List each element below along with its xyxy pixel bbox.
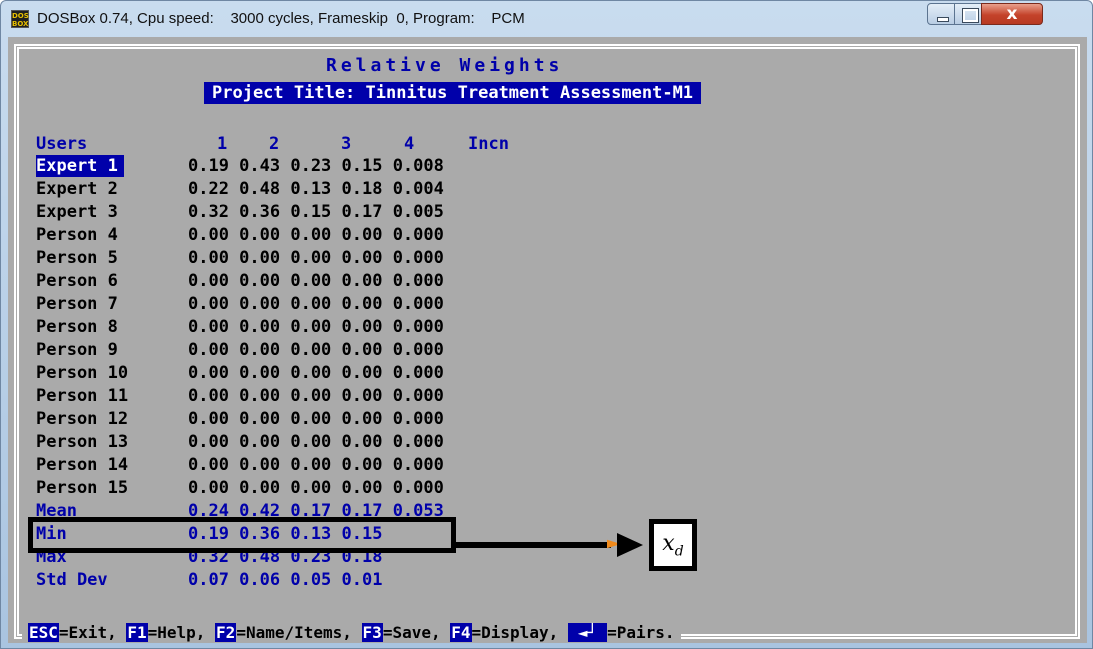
user-row-name[interactable]: Expert 2 [36,178,118,200]
user-row-values: 0.00 0.00 0.00 0.00 0.000 [188,317,444,337]
annotation-arrow-head [617,533,643,557]
user-row-values: 0.00 0.00 0.00 0.00 0.000 [188,386,444,406]
user-row-values: 0.00 0.00 0.00 0.00 0.000 [188,432,444,452]
dosbox-app-icon[interactable]: DOS BOX [11,10,29,28]
user-row-values: 0.00 0.00 0.00 0.00 0.000 [188,294,444,314]
user-row-values: 0.00 0.00 0.00 0.00 0.000 [188,409,444,429]
mean-highlight-box [28,517,456,553]
user-row-values: 0.00 0.00 0.00 0.00 0.000 [188,478,444,498]
annotation-arrow-line [456,542,611,548]
xd-label-subscript: d [674,543,684,560]
f4-key-label: =Display, [471,623,568,642]
user-row-name[interactable]: Person 7 [36,293,118,315]
f1-key[interactable]: F1 [126,623,148,642]
user-row-name[interactable]: Person 6 [36,270,118,292]
f3-key-label: =Save, [382,623,451,642]
close-icon: x [1006,4,1018,24]
header-col-incn: Incn [468,134,509,154]
user-row-values: 0.00 0.00 0.00 0.00 0.000 [188,248,444,268]
enter-key-icon[interactable]: ◄┘ [567,623,608,642]
user-row-name[interactable]: Person 9 [36,339,118,361]
user-row-name[interactable]: Person 14 [36,454,128,476]
user-row-name-selected[interactable]: Expert 1 [36,155,124,177]
f3-key[interactable]: F3 [361,623,383,642]
user-row-values: 0.00 0.00 0.00 0.00 0.000 [188,455,444,475]
stat-row-name-stddev: Std Dev [36,570,108,590]
esc-key-label: =Exit, [58,623,127,642]
header-col-4: 4 [404,134,415,154]
user-row-values: 0.00 0.00 0.00 0.00 0.000 [188,225,444,245]
user-row-name[interactable]: Person 15 [36,477,128,499]
dosbox-window: DOS BOX DOSBox 0.74, Cpu speed: 3000 cyc… [0,0,1093,649]
f2-key-label: =Name/Items, [236,623,362,642]
f1-key-label: =Help, [147,623,216,642]
project-title: Project Title: Tinnitus Treatment Assess… [204,82,702,104]
user-row-values: 0.22 0.48 0.13 0.18 0.004 [188,179,444,199]
user-row-values: 0.32 0.36 0.15 0.17 0.005 [188,202,444,222]
header-users: Users [36,134,88,154]
function-key-bar: ESC=Exit, F1=Help, F2=Name/Items, F3=Sav… [22,623,681,643]
user-row-name[interactable]: Person 5 [36,247,118,269]
user-row-name[interactable]: Person 8 [36,316,118,338]
xd-label-box: xd [649,519,697,571]
stat-row-values-stddev: 0.07 0.06 0.05 0.01 [188,570,383,590]
esc-key[interactable]: ESC [28,623,59,642]
maximize-button[interactable] [954,3,982,25]
user-row-name[interactable]: Expert 3 [36,201,118,223]
f2-key[interactable]: F2 [215,623,237,642]
user-row-name[interactable]: Person 12 [36,408,128,430]
user-row-name[interactable]: Person 10 [36,362,128,384]
user-row-values: 0.00 0.00 0.00 0.00 0.000 [188,340,444,360]
minimize-button[interactable] [927,3,955,25]
close-button[interactable]: x [981,3,1043,25]
header-col-3: 3 [341,134,352,154]
f4-key[interactable]: F4 [450,623,472,642]
user-row-values: 0.19 0.43 0.23 0.15 0.008 [188,156,444,176]
user-row-values: 0.00 0.00 0.00 0.00 0.000 [188,271,444,291]
frame-title: Relative Weights [322,56,568,76]
header-col-1: 1 [217,134,228,154]
user-row-name[interactable]: Person 13 [36,431,128,453]
window-title: DOSBox 0.74, Cpu speed: 3000 cycles, Fra… [37,10,525,27]
header-col-2: 2 [269,134,280,154]
title-bar[interactable]: DOS BOX DOSBox 0.74, Cpu speed: 3000 cyc… [1,1,1092,37]
xd-label-base: x [662,531,675,556]
user-row-name[interactable]: Person 11 [36,385,128,407]
enter-key-label: =Pairs. [607,623,675,642]
user-row-name[interactable]: Person 4 [36,224,118,246]
user-row-values: 0.00 0.00 0.00 0.00 0.000 [188,363,444,383]
